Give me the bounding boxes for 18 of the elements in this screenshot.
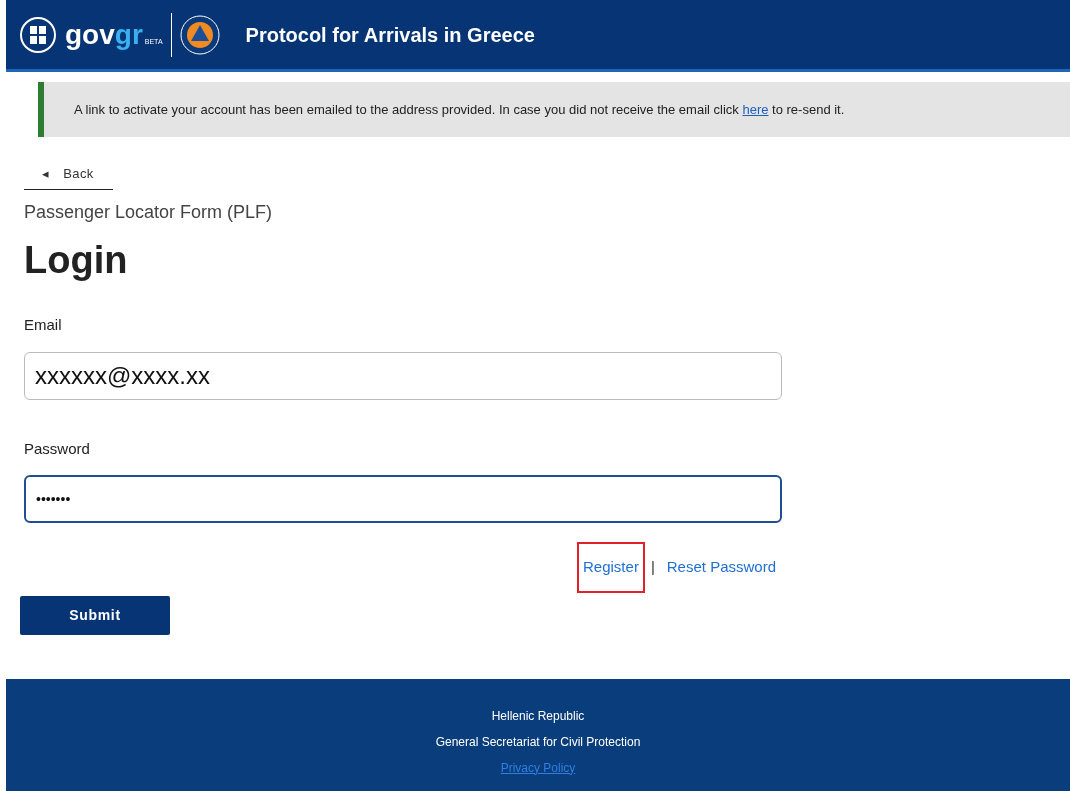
page-title: Protocol for Arrivals in Greece [245, 22, 535, 48]
civil-protection-emblem-icon [179, 14, 220, 55]
login-heading: Login [24, 237, 129, 283]
form-subtitle: Passenger Locator Form (PLF) [24, 200, 274, 224]
field-label: Email [24, 315, 63, 335]
footer-text: General Secretariat for Civil Protection [435, 733, 641, 751]
email-field[interactable]: xxxxxx@xxxx.xx [24, 351, 782, 400]
reset-password-link[interactable]: Reset Password [660, 542, 782, 593]
password-field[interactable]: ••••••• [24, 475, 782, 523]
alert-message: A link to activate your account has been emailed to the address provided. In case you did not receive the email click here to re-send it. [74, 100, 845, 119]
register-link[interactable]: Register [577, 542, 645, 593]
emblem-icon [20, 16, 56, 53]
back-link[interactable]: ◂ Back [24, 164, 113, 190]
footer-text: Hellenic Republic [491, 707, 585, 725]
field-label: Password [24, 438, 91, 459]
link-separator: | [650, 557, 655, 577]
submit-button[interactable]: Submit [20, 595, 170, 635]
resend-link[interactable]: here [742, 101, 769, 117]
